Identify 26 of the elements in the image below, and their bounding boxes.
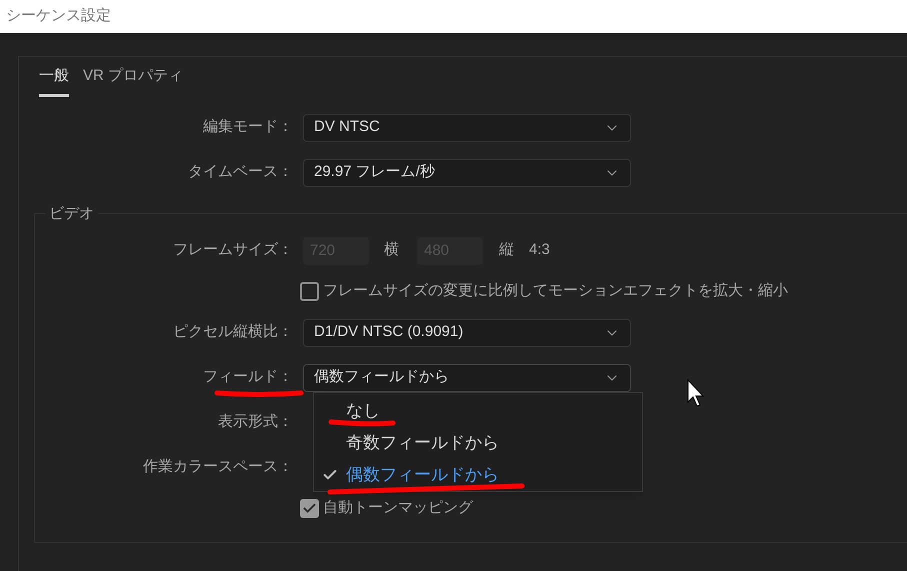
- menu-item[interactable]: 奇数フィールドから: [314, 427, 642, 459]
- dropdown[interactable]: DV NTSC: [303, 114, 631, 142]
- field-label: ピクセル縦横比：: [173, 322, 293, 342]
- field-label: 作業カラースペース：: [143, 457, 293, 478]
- field-label: 表示形式：: [218, 412, 293, 432]
- field-label: フレームサイズ：: [173, 240, 293, 260]
- field-label: タイムベース：: [188, 162, 293, 182]
- annotation-underline: [328, 420, 396, 426]
- dropdown[interactable]: 偶数フィールドから: [303, 364, 631, 392]
- menu-item[interactable]: なし: [314, 395, 642, 427]
- dropdown[interactable]: 29.97 フレーム/秒: [303, 158, 631, 186]
- checkbox-label: フレームサイズの変更に比例してモーションエフェクトを拡大・縮小: [323, 281, 788, 302]
- tab[interactable]: VR プロパティ: [83, 65, 184, 96]
- field-label: フィールド：: [203, 367, 293, 388]
- menu-item[interactable]: 偶数フィールドから: [314, 459, 642, 491]
- checkbox[interactable]: [300, 282, 319, 301]
- checkbox-label: 自動トーンマッピング: [323, 498, 473, 518]
- aspect-ratio: 4:3: [529, 240, 550, 260]
- window-title: シーケンス設定: [6, 6, 111, 26]
- field-label: 編集モード：: [203, 117, 293, 138]
- unit-label: 縦: [499, 240, 514, 260]
- checkbox[interactable]: [300, 499, 319, 518]
- unit-label: 横: [384, 240, 399, 260]
- mouse-cursor-icon: [688, 378, 704, 407]
- tab[interactable]: 一般: [39, 65, 69, 96]
- dropdown[interactable]: D1/DV NTSC (0.9091): [303, 318, 631, 346]
